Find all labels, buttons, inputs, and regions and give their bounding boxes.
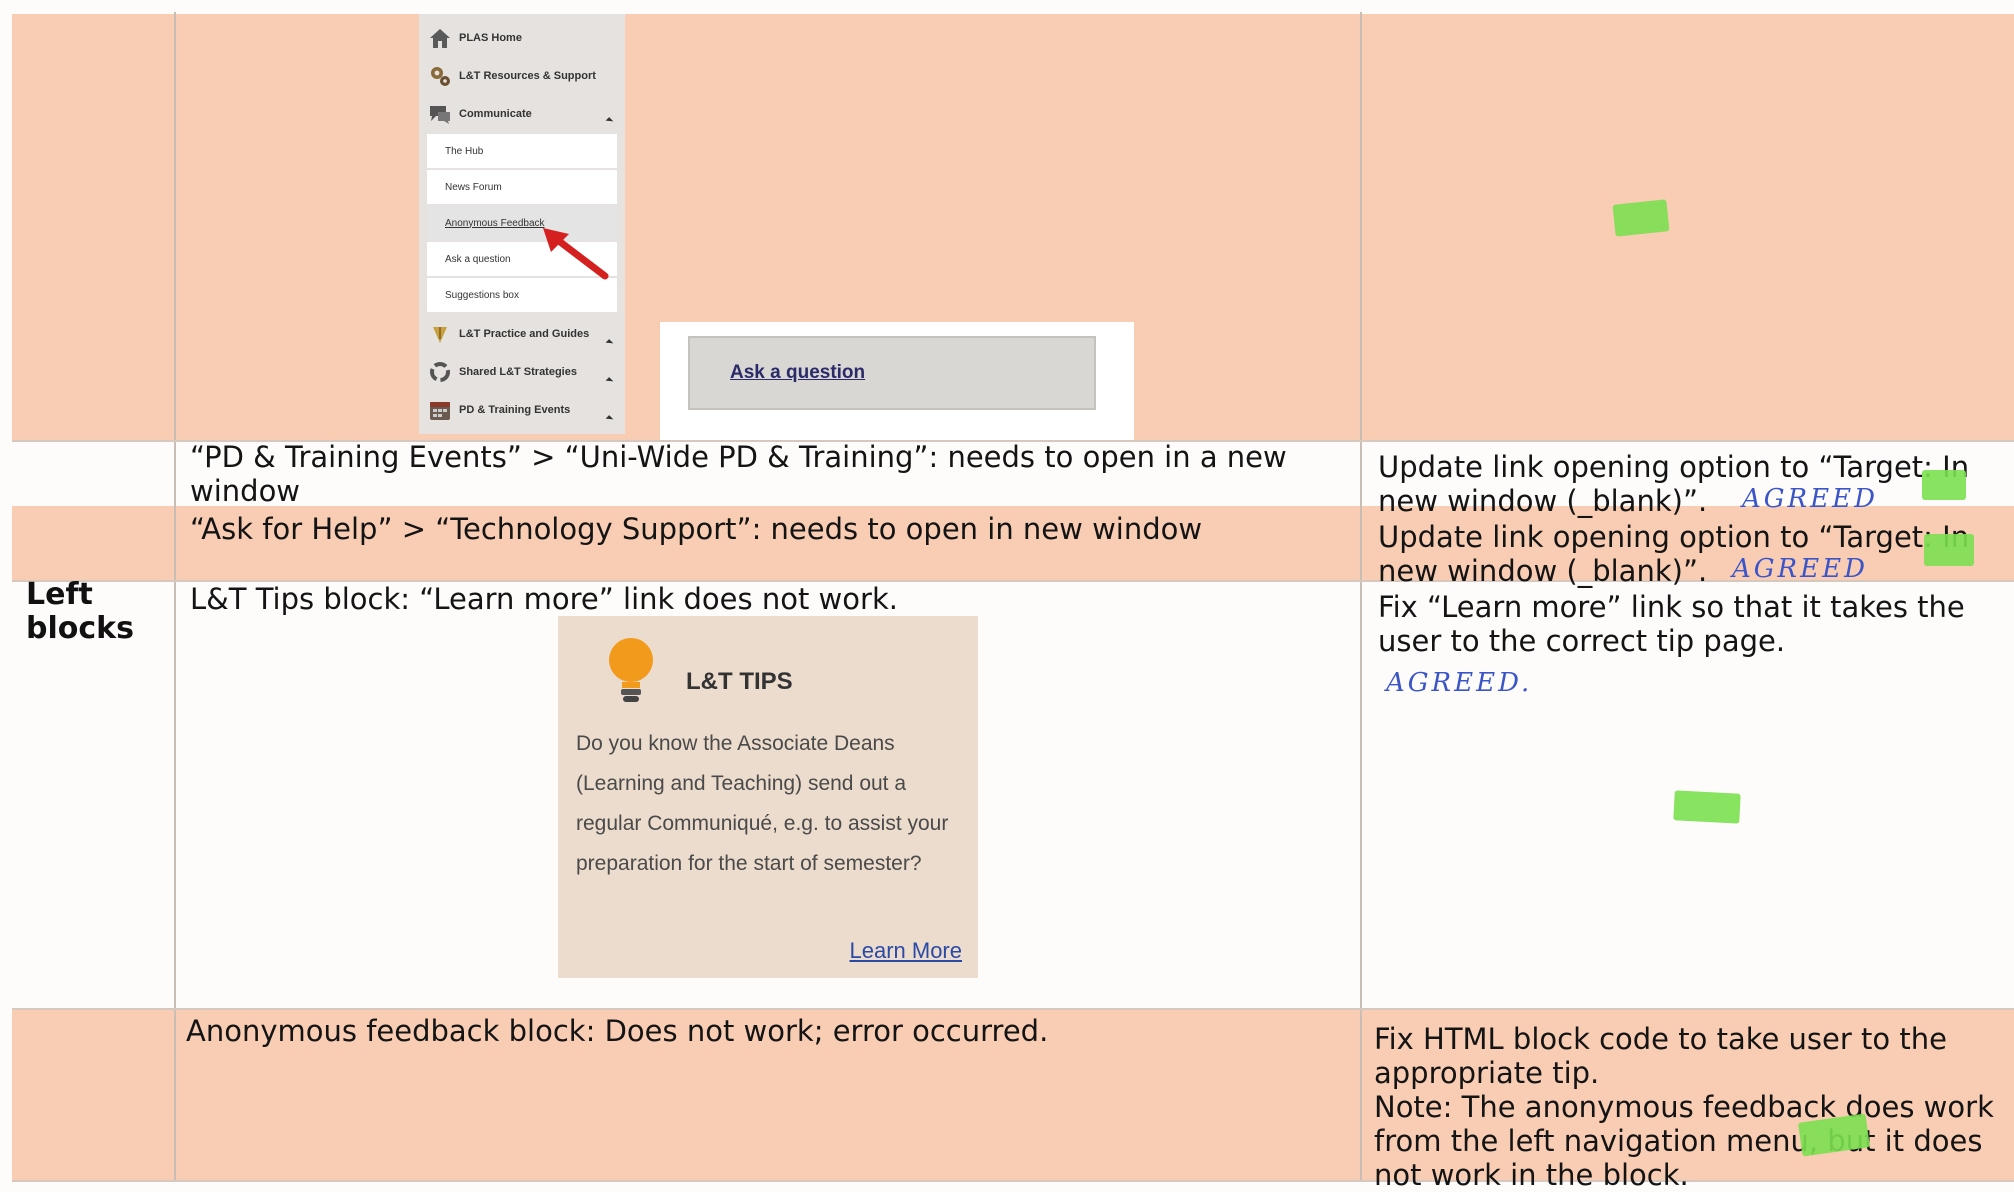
nav-label: L&T Practice and Guides: [459, 328, 590, 340]
ask-question-screenshot: Ask a question: [660, 322, 1134, 440]
nav-item-shared-strategies[interactable]: Shared L&T Strategies: [427, 354, 614, 390]
highlight-mark: [1922, 470, 1966, 500]
anon-note-text: Note: The anonymous feedback does work f…: [1374, 1090, 1994, 1192]
nav-sub-news-forum[interactable]: News Forum: [427, 170, 617, 204]
agreed-handwritten-3: AGREED.: [1386, 668, 1533, 698]
tips-fix-text: Fix “Learn more” link so that it takes t…: [1378, 590, 1965, 658]
nav-sub-label: Suggestions box: [445, 289, 519, 301]
pd-fix-text: Update link opening option to “Target: I…: [1378, 450, 1970, 518]
column-divider-1: [174, 12, 176, 1182]
nav-label: Shared L&T Strategies: [459, 366, 577, 378]
nav-item-pd-training[interactable]: PD & Training Events: [427, 392, 614, 428]
nav-sub-label: The Hub: [445, 145, 484, 157]
expand-arrow-icon: [605, 377, 614, 385]
lt-tips-card: L&T TIPS Do you know the Associate Deans…: [558, 616, 978, 978]
ask-issue-text: “Ask for Help” > “Technology Support”: n…: [190, 512, 1203, 546]
learn-more-link[interactable]: Learn More: [849, 938, 962, 964]
recycle-icon: [427, 359, 453, 385]
expand-arrow-icon: [605, 415, 614, 423]
calendar-icon: [427, 397, 453, 423]
nav-label: PD & Training Events: [459, 404, 571, 416]
nav-item-practice-guides[interactable]: L&T Practice and Guides: [427, 316, 614, 352]
house-icon: [427, 25, 453, 51]
ask-fix-text: Update link opening option to “Target: I…: [1378, 520, 1970, 588]
anon-issue-text: Anonymous feedback block: Does not work;…: [186, 1014, 1049, 1048]
nav-sub-label: News Forum: [445, 181, 502, 193]
cog-icon: [427, 63, 453, 89]
left-blocks-header: Left blocks: [26, 577, 134, 646]
nav-label: L&T Resources & Support: [459, 70, 596, 82]
ask-question-panel: Ask a question: [688, 336, 1096, 410]
pen-icon: [427, 321, 453, 347]
ask-question-link[interactable]: Ask a question: [730, 362, 865, 384]
nav-label: Communicate: [459, 108, 532, 120]
highlight-mark: [1612, 199, 1670, 237]
agreed-handwritten-1: AGREED: [1742, 484, 1878, 514]
lightbulb-icon: [609, 638, 653, 702]
expand-arrow-icon: [605, 117, 614, 125]
tips-title: L&T TIPS: [686, 668, 793, 695]
highlight-mark: [1924, 534, 1974, 566]
nav-sub-label: Ask a question: [445, 253, 511, 265]
tips-body: Do you know the Associate Deans (Learnin…: [576, 732, 949, 875]
tips-issue-text: L&T Tips block: “Learn more” link does n…: [190, 582, 898, 616]
pd-issue-text: “PD & Training Events” > “Uni-Wide PD & …: [190, 440, 1287, 508]
speech-icon: [427, 101, 453, 127]
anon-fix-text: Fix HTML block code to take user to the …: [1374, 1022, 1947, 1090]
expand-arrow-icon: [605, 339, 614, 347]
row-divider-3: [12, 1008, 2014, 1010]
nav-item-plas-home[interactable]: PLAS Home: [427, 20, 522, 56]
nav-item-resources[interactable]: L&T Resources & Support: [427, 58, 596, 94]
nav-item-communicate[interactable]: Communicate: [427, 96, 614, 132]
nav-sub-the-hub[interactable]: The Hub: [427, 134, 617, 168]
agreed-handwritten-2: AGREED: [1732, 554, 1868, 584]
nav-screenshot: PLAS Home L&T Resources & Support Commun…: [419, 14, 625, 434]
red-arrow-icon: [543, 228, 609, 280]
column-divider-2: [1360, 12, 1362, 1182]
nav-sub-label: Anonymous Feedback: [445, 217, 545, 229]
nav-label: PLAS Home: [459, 32, 522, 44]
highlight-mark: [1673, 790, 1741, 824]
